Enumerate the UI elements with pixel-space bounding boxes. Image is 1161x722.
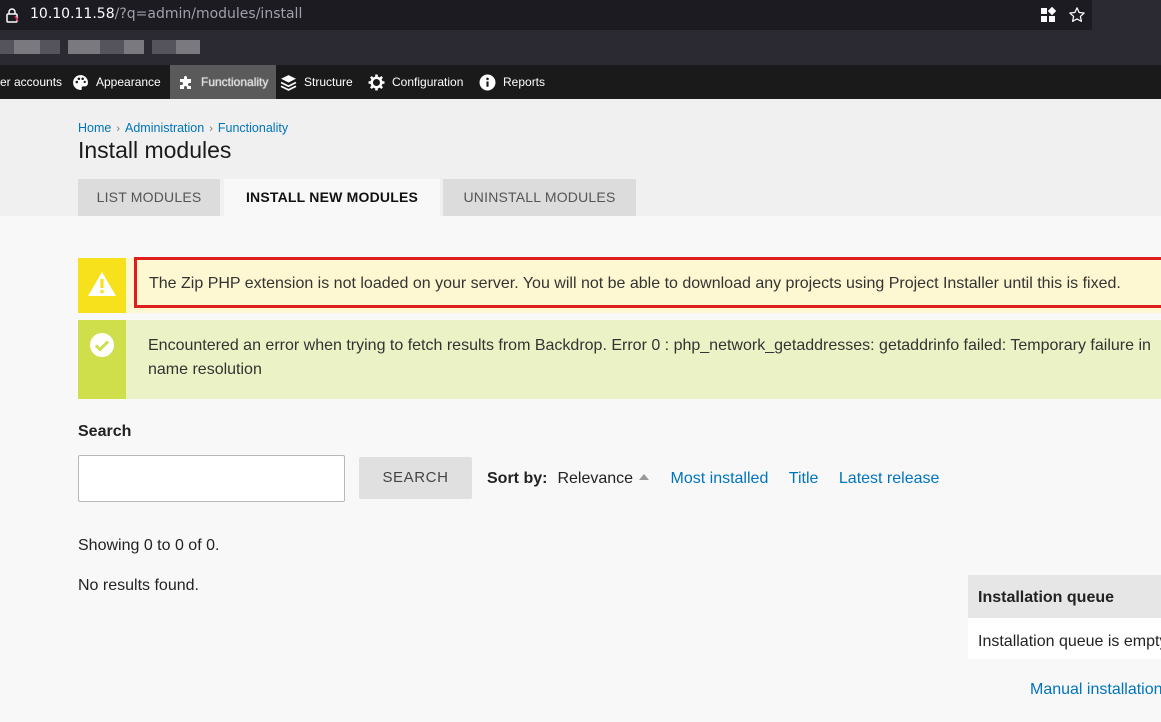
tab-uninstall-modules[interactable]: UNINSTALL MODULES [443, 179, 636, 216]
extensions-grid-icon[interactable] [1040, 7, 1056, 23]
sort-latest-release[interactable]: Latest release [839, 470, 940, 487]
search-input[interactable] [78, 455, 345, 502]
installation-queue: Installation queue Installation queue is… [968, 575, 1161, 659]
bookmarks-bar [0, 30, 1161, 65]
admin-menu-label: Reports [503, 75, 546, 89]
lock-icon[interactable] [4, 7, 20, 23]
breadcrumb-home[interactable]: Home [78, 121, 111, 135]
warning-icon-box [78, 258, 126, 313]
browser-url-bar[interactable]: 10.10.11.58/?q=admin/modules/install [0, 0, 1092, 30]
installation-queue-title: Installation queue [968, 575, 1161, 618]
page-header: Home › Administration › Functionality Instal… [0, 99, 1161, 216]
admin-menu-structure[interactable]: Structure [280, 65, 353, 99]
admin-menu-reports[interactable]: Reports [479, 65, 545, 99]
url-path: /?q=admin/modules/install [114, 6, 303, 22]
admin-menu-label: Structure [304, 75, 353, 89]
palette-icon [73, 74, 88, 90]
breadcrumb-functionality[interactable]: Functionality [218, 121, 288, 135]
admin-menu-label: Configuration [392, 75, 464, 89]
page-title: Install modules [78, 137, 232, 163]
redacted-bookmark[interactable] [176, 40, 200, 54]
layers-icon [280, 74, 297, 91]
breadcrumb-administration[interactable]: Administration [125, 121, 204, 135]
info-icon [479, 74, 496, 90]
admin-menu-appearance[interactable]: Appearance [72, 65, 161, 99]
admin-menu-label: er accounts [0, 75, 63, 89]
warning-icon [88, 272, 116, 296]
redacted-bookmark[interactable] [68, 40, 100, 54]
admin-toolbar: er accounts Appearance Functionality Str… [0, 65, 1161, 100]
bookmark-star-icon[interactable] [1068, 6, 1086, 24]
url-text[interactable]: 10.10.11.58/?q=admin/modules/install [30, 6, 302, 22]
redacted-bookmark[interactable] [0, 40, 14, 54]
breadcrumb-separator-icon: › [116, 123, 121, 135]
admin-menu-user-accounts[interactable]: er accounts [0, 65, 62, 99]
gear-icon [368, 74, 385, 90]
tab-list-modules[interactable]: LIST MODULES [78, 179, 220, 216]
warning-message: The Zip PHP extension is not loaded on y… [78, 257, 1161, 313]
url-host: 10.10.11.58 [30, 6, 115, 22]
search-button[interactable]: SEARCH [359, 457, 472, 499]
sort-by: Sort by: Relevance Most installed Title L… [487, 470, 939, 488]
redacted-bookmark[interactable] [100, 40, 124, 54]
redacted-bookmark[interactable] [40, 40, 60, 54]
puzzle-icon [180, 76, 191, 89]
breadcrumb-separator-icon: › [209, 123, 213, 135]
redacted-bookmark[interactable] [124, 40, 144, 54]
redacted-bookmark[interactable] [14, 40, 40, 54]
status-message: Encountered an error when trying to fetc… [78, 320, 1161, 399]
admin-menu-configuration[interactable]: Configuration [368, 65, 463, 99]
sort-most-installed[interactable]: Most installed [671, 470, 769, 487]
admin-menu-label: Appearance [96, 75, 161, 89]
sort-ascending-icon [639, 474, 650, 481]
results-count: Showing 0 to 0 of 0. [78, 537, 220, 554]
sort-title[interactable]: Title [789, 470, 819, 487]
sort-by-label: Sort by: [487, 470, 548, 487]
check-circle-icon [90, 333, 114, 357]
installation-queue-body: Installation queue is empty. [968, 618, 1161, 659]
breadcrumb: Home › Administration › Functionality [78, 121, 288, 135]
warning-message-text: The Zip PHP extension is not loaded on y… [134, 257, 1161, 308]
no-results-text: No results found. [78, 577, 199, 594]
search-label: Search [78, 423, 132, 440]
status-icon-box [78, 320, 126, 399]
sort-relevance[interactable]: Relevance [557, 470, 633, 487]
admin-menu-label: Functionality [201, 75, 269, 89]
admin-menu-functionality[interactable]: Functionality [170, 65, 277, 99]
redacted-bookmark[interactable] [152, 40, 176, 54]
manual-installation-link[interactable]: Manual installation [1030, 681, 1161, 699]
browser-toolbar-area [1092, 0, 1161, 30]
tab-install-new-modules[interactable]: INSTALL NEW MODULES [224, 179, 440, 216]
status-message-text: Encountered an error when trying to fetc… [148, 337, 1151, 378]
